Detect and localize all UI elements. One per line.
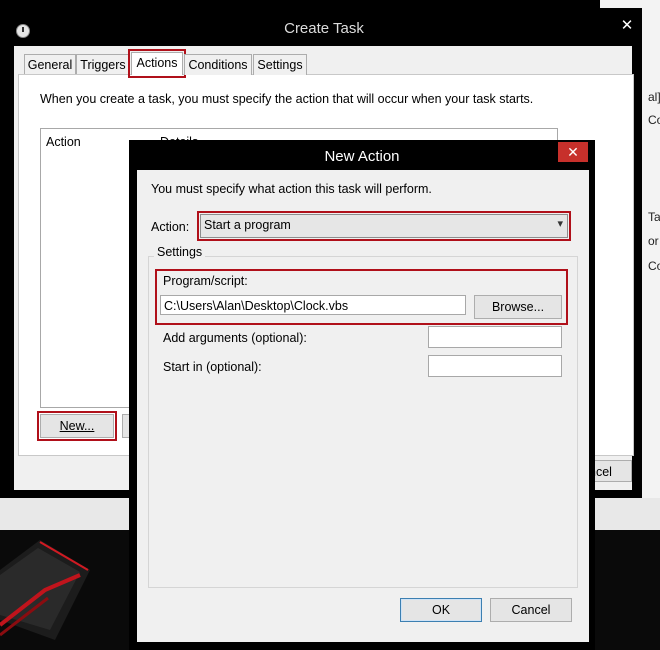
desktop-wallpaper-image [0,540,90,640]
close-icon[interactable]: ✕ [618,16,636,34]
background-text: al] [648,90,660,104]
tab-general[interactable]: General [24,54,76,75]
add-arguments-input[interactable] [428,326,562,348]
actions-description: When you create a task, you must specify… [40,92,534,106]
ok-button[interactable]: OK [400,598,482,622]
start-in-label: Start in (optional): [163,360,262,374]
dialog-title: New Action [324,148,400,165]
action-select-value: Start a program [204,218,291,232]
new-action-button[interactable]: New... [37,411,117,441]
background-text: Co [648,259,660,273]
tab-triggers[interactable]: Triggers [76,54,130,75]
action-select[interactable]: Start a program ▾ [197,211,571,241]
program-script-input[interactable]: C:\Users\Alan\Desktop\Clock.vbs [160,295,466,315]
column-header-action[interactable]: Action [46,135,81,149]
close-icon[interactable]: ✕ [558,142,588,162]
background-text: Ta [648,210,660,224]
add-arguments-label: Add arguments (optional): [163,331,307,345]
start-in-input[interactable] [428,355,562,377]
action-label: Action: [151,220,190,234]
browse-button[interactable]: Browse... [474,295,562,319]
settings-group-label: Settings [154,245,206,259]
new-button-label: New... [59,419,95,433]
dialog-intro: You must specify what action this task w… [151,182,432,196]
tab-conditions[interactable]: Conditions [184,54,252,75]
tab-actions[interactable]: Actions [128,49,186,78]
background-text: or [648,234,659,248]
tab-settings[interactable]: Settings [253,54,307,75]
chevron-down-icon: ▾ [557,218,563,230]
background-text: Co [648,113,660,127]
cancel-button[interactable]: Cancel [490,598,572,622]
program-script-label: Program/script: [163,274,248,288]
window-title: Create Task [284,20,364,37]
